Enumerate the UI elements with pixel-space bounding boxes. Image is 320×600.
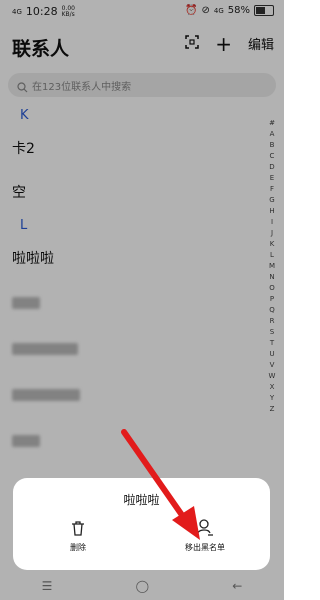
home-icon[interactable]: ◯ [136, 579, 149, 593]
unblock-button[interactable]: 移出黑名单 [160, 518, 250, 553]
user-remove-icon [195, 518, 215, 538]
sheet-title: 啦啦啦 [123, 493, 160, 507]
delete-label: 删除 [70, 543, 86, 552]
menu-icon[interactable]: ☰ [42, 579, 53, 593]
trash-icon [68, 518, 88, 538]
back-icon[interactable]: ← [232, 579, 242, 593]
unblock-label: 移出黑名单 [185, 543, 225, 552]
action-sheet: 啦啦啦 删除 移出黑名单 [13, 478, 270, 570]
delete-button[interactable]: 删除 [33, 518, 123, 553]
system-nav-bar: ☰ ◯ ← [0, 572, 284, 600]
